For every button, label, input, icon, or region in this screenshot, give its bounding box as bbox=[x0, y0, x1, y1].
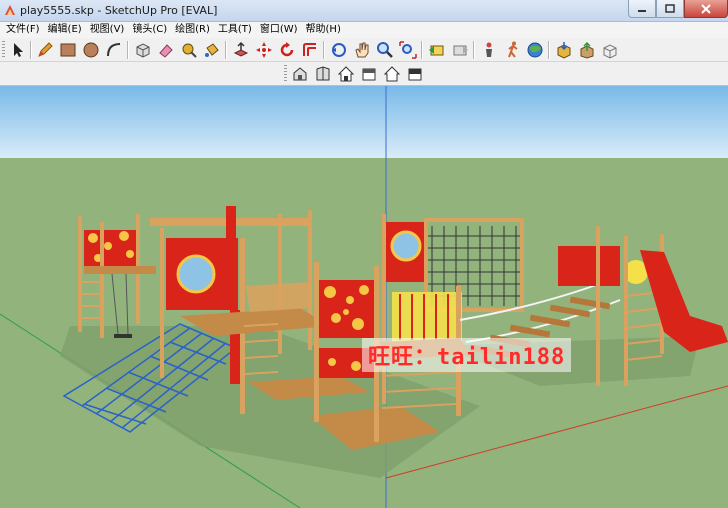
offset-icon bbox=[303, 43, 316, 56]
menu-help[interactable]: 帮助(H) bbox=[304, 23, 347, 37]
left-view-icon bbox=[408, 68, 422, 81]
views-toolbar bbox=[0, 62, 728, 86]
back-house-icon bbox=[383, 66, 401, 82]
front-view-button[interactable] bbox=[336, 64, 356, 84]
menu-camera[interactable]: 镜头(C) bbox=[130, 23, 173, 37]
previous-view-tool-button[interactable] bbox=[427, 40, 447, 60]
arc-tool-button[interactable] bbox=[104, 40, 124, 60]
main-toolbar bbox=[0, 38, 728, 62]
pencil-tool-button[interactable] bbox=[35, 40, 55, 60]
menu-view[interactable]: 视图(V) bbox=[88, 23, 131, 37]
move-arrows-icon bbox=[256, 42, 272, 58]
toolbar-grip[interactable] bbox=[284, 65, 287, 83]
orbit-icon bbox=[332, 43, 346, 57]
menu-tools[interactable]: 工具(T) bbox=[216, 23, 258, 37]
sketchup-app-icon bbox=[5, 5, 15, 15]
front-house-icon bbox=[337, 66, 355, 82]
minimize-icon bbox=[638, 9, 646, 12]
pencil-icon bbox=[38, 42, 53, 57]
rotate-icon bbox=[280, 42, 294, 57]
right-view-button[interactable] bbox=[359, 64, 379, 84]
rectangle-icon bbox=[60, 43, 76, 57]
toolbar-separator bbox=[30, 41, 32, 59]
zoom-tool-button[interactable] bbox=[375, 40, 395, 60]
left-view-button[interactable] bbox=[405, 64, 425, 84]
offset-tool-button[interactable] bbox=[300, 40, 320, 60]
maximize-button[interactable] bbox=[656, 0, 684, 18]
push-pull-icon bbox=[233, 41, 249, 57]
playground-model-scene bbox=[0, 86, 728, 508]
menu-window[interactable]: 窗口(W) bbox=[258, 23, 304, 37]
walk-icon bbox=[508, 41, 518, 58]
look-around-tool-button[interactable] bbox=[525, 40, 545, 60]
orbit-tool-button[interactable] bbox=[329, 40, 349, 60]
toolbar-separator bbox=[421, 41, 423, 59]
back-view-button[interactable] bbox=[382, 64, 402, 84]
camera-figure-icon bbox=[486, 42, 492, 57]
next-view-tool-button[interactable] bbox=[450, 40, 470, 60]
iso-view-button[interactable] bbox=[290, 64, 310, 84]
rotate-tool-button[interactable] bbox=[277, 40, 297, 60]
walk-tool-button[interactable] bbox=[502, 40, 522, 60]
title-bar: play5555.skp - SketchUp Pro [EVAL] bbox=[0, 0, 728, 22]
menu-edit[interactable]: 编辑(E) bbox=[46, 23, 88, 37]
push-pull-tool-button[interactable] bbox=[231, 40, 251, 60]
right-view-icon bbox=[362, 68, 376, 81]
get-models-icon bbox=[557, 42, 571, 59]
model-viewport[interactable]: 旺旺：tailin188 bbox=[0, 86, 728, 508]
toolbar-separator bbox=[225, 41, 227, 59]
close-button[interactable] bbox=[684, 0, 728, 18]
globe-eye-icon bbox=[527, 42, 543, 58]
toolbar-grip[interactable] bbox=[2, 41, 5, 59]
component-icon bbox=[136, 43, 150, 58]
get-models-tool-button[interactable] bbox=[554, 40, 574, 60]
menu-draw[interactable]: 绘图(R) bbox=[173, 23, 216, 37]
top-view-icon bbox=[316, 66, 330, 81]
zoom-extents-tool-button[interactable] bbox=[398, 40, 418, 60]
paint-bucket-tool-button[interactable] bbox=[202, 40, 222, 60]
watermark-text: 旺旺：tailin188 bbox=[362, 338, 572, 372]
move-tool-button[interactable] bbox=[254, 40, 274, 60]
toolbar-separator bbox=[473, 41, 475, 59]
window-controls bbox=[628, 0, 728, 20]
share-component-tool-button[interactable] bbox=[600, 40, 620, 60]
share-model-tool-button[interactable] bbox=[577, 40, 597, 60]
magnifier-icon bbox=[377, 42, 393, 58]
position-camera-tool-button[interactable] bbox=[479, 40, 499, 60]
zoom-extents-icon bbox=[399, 41, 417, 59]
eraser-tool-button[interactable] bbox=[156, 40, 176, 60]
previous-view-icon bbox=[429, 45, 444, 56]
minimize-button[interactable] bbox=[628, 0, 656, 18]
toolbar-separator bbox=[548, 41, 550, 59]
tape-measure-icon bbox=[182, 43, 197, 58]
make-component-tool-button[interactable] bbox=[133, 40, 153, 60]
share-model-icon bbox=[580, 41, 594, 59]
circle-icon bbox=[83, 42, 99, 58]
eraser-icon bbox=[159, 44, 173, 58]
maximize-icon bbox=[665, 4, 675, 13]
arc-icon bbox=[107, 43, 121, 57]
next-view-icon bbox=[453, 45, 468, 56]
toolbar-separator bbox=[323, 41, 325, 59]
sky bbox=[0, 86, 728, 158]
top-view-button[interactable] bbox=[313, 64, 333, 84]
select-tool-button[interactable] bbox=[8, 40, 28, 60]
menu-file[interactable]: 文件(F) bbox=[4, 23, 46, 37]
share-component-icon bbox=[603, 44, 617, 59]
toolbar-separator bbox=[127, 41, 129, 59]
pan-tool-button[interactable] bbox=[352, 40, 372, 60]
close-icon bbox=[701, 3, 711, 14]
iso-house-icon bbox=[293, 67, 307, 81]
hand-icon bbox=[355, 42, 369, 58]
circle-tool-button[interactable] bbox=[81, 40, 101, 60]
menu-bar: 文件(F) 编辑(E) 视图(V) 镜头(C) 绘图(R) 工具(T) 窗口(W… bbox=[0, 22, 728, 38]
arrow-cursor-icon bbox=[14, 43, 23, 57]
window-title: play5555.skp - SketchUp Pro [EVAL] bbox=[20, 4, 218, 17]
paint-bucket-icon bbox=[205, 43, 219, 57]
rectangle-tool-button[interactable] bbox=[58, 40, 78, 60]
tape-measure-tool-button[interactable] bbox=[179, 40, 199, 60]
